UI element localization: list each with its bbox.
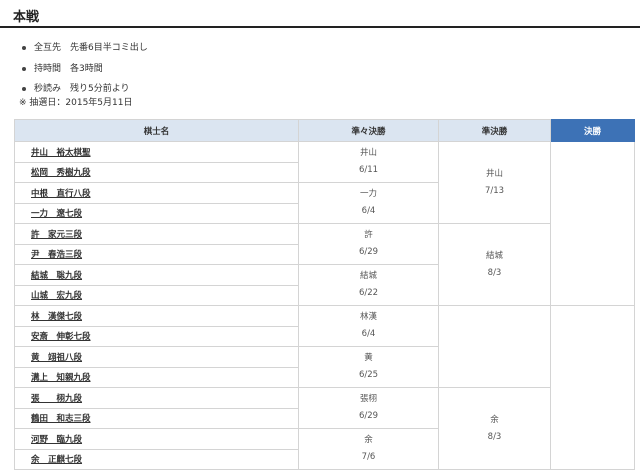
title-bar: 本戦 — [0, 0, 640, 28]
player-cell: 余 正麒七段 — [14, 448, 299, 470]
player-link[interactable]: 溝上 知親九段 — [31, 373, 91, 383]
player-link[interactable]: 結城 聡九段 — [31, 271, 82, 281]
semifinal-result: 井山 7/13 — [438, 141, 551, 224]
header-quarterfinal: 準々決勝 — [298, 119, 439, 142]
match-date: 8/3 — [487, 431, 502, 442]
winner-name: 結城 — [359, 271, 377, 281]
player-cell: 許 家元三段 — [14, 223, 299, 245]
quarterfinal-result: 余 7/6 — [298, 428, 439, 470]
winner-name: 井山 — [485, 168, 503, 179]
player-link[interactable]: 余 正麒七段 — [31, 455, 82, 465]
final-result — [550, 305, 635, 470]
player-cell: 結城 聡九段 — [14, 264, 299, 286]
player-cell: 鶴田 和志三段 — [14, 407, 299, 429]
match-date: 8/3 — [487, 267, 502, 278]
player-cell: 山城 宏九段 — [14, 284, 299, 306]
winner-name: 林漢 — [359, 312, 377, 322]
semifinal-result — [438, 305, 551, 388]
player-link[interactable]: 松岡 秀樹九段 — [31, 168, 91, 178]
header-semifinal: 準決勝 — [438, 119, 551, 142]
final-result — [550, 141, 635, 306]
tab-final[interactable]: 決勝 — [550, 119, 635, 142]
player-link[interactable]: 鶴田 和志三段 — [31, 414, 91, 424]
tournament-bracket-table: 棋士名 準々決勝 準決勝 決勝 井山 裕太棋聖 井山 6/11 井山 7/13 松岡… — [14, 119, 635, 470]
player-link[interactable]: 張 栩九段 — [31, 394, 82, 404]
player-cell: 溝上 知親九段 — [14, 366, 299, 388]
winner-name: 張栩 — [359, 394, 377, 404]
quarterfinal-result: 黄 6/25 — [298, 346, 439, 388]
player-link[interactable]: 中根 直行八段 — [31, 189, 91, 199]
player-link[interactable]: 許 家元三段 — [31, 230, 82, 240]
semifinal-result: 余 8/3 — [438, 387, 551, 470]
table-row: 張 栩九段 張栩 6/29 余 8/3 — [14, 387, 635, 470]
player-cell: 安斎 伸彰七段 — [14, 325, 299, 347]
winner-name: 結城 — [485, 250, 503, 261]
table-row: 井山 裕太棋聖 井山 6/11 井山 7/13 — [14, 141, 635, 306]
quarterfinal-result: 張栩 6/29 — [298, 387, 439, 429]
quarterfinal-result: 林漢 6/4 — [298, 305, 439, 347]
player-cell: 一力 遼七段 — [14, 202, 299, 224]
draw-date-note: ※ 抽選日：2015年5月11日 — [19, 98, 133, 108]
winner-name: 一力 — [359, 189, 377, 199]
player-cell: 井山 裕太棋聖 — [14, 141, 299, 163]
match-date: 7/6 — [361, 452, 376, 462]
match-date: 6/11 — [358, 165, 379, 175]
player-link[interactable]: 黄 翊祖八段 — [31, 353, 82, 363]
quarterfinal-result: 許 6/29 — [298, 223, 439, 265]
player-cell: 尹 春浩三段 — [14, 243, 299, 265]
player-cell: 黄 翊祖八段 — [14, 346, 299, 368]
header-row: 棋士名 準々決勝 準決勝 決勝 — [14, 119, 635, 142]
player-link[interactable]: 井山 裕太棋聖 — [31, 148, 91, 158]
match-date: 6/29 — [358, 247, 379, 257]
match-date: 6/25 — [358, 370, 379, 380]
player-cell: 張 栩九段 — [14, 387, 299, 409]
player-link[interactable]: 一力 遼七段 — [31, 209, 82, 219]
table-row: 許 家元三段 許 6/29 結城 8/3 — [14, 223, 635, 306]
match-date: 6/4 — [361, 329, 376, 339]
quarterfinal-result: 結城 6/22 — [298, 264, 439, 306]
player-link[interactable]: 山城 宏九段 — [31, 291, 82, 301]
winner-name: 余 — [364, 435, 373, 445]
match-date: 6/4 — [361, 206, 376, 216]
rule-item: 持時間 各3時間 — [22, 59, 148, 80]
table-row: 林 漢傑七段 林漢 6/4 — [14, 305, 635, 470]
player-cell: 林 漢傑七段 — [14, 305, 299, 327]
winner-name: 余 — [490, 414, 499, 425]
rule-item: 全互先 先番6目半コミ出し — [22, 38, 148, 59]
quarterfinal-result: 井山 6/11 — [298, 141, 439, 183]
header-player-name: 棋士名 — [14, 119, 299, 142]
match-date: 7/13 — [484, 185, 505, 196]
player-cell: 中根 直行八段 — [14, 182, 299, 204]
player-cell: 松岡 秀樹九段 — [14, 161, 299, 183]
winner-name: 黄 — [364, 353, 373, 363]
player-link[interactable]: 河野 臨九段 — [31, 435, 82, 445]
match-date: 6/29 — [358, 411, 379, 421]
winner-name: 井山 — [359, 148, 377, 158]
semifinal-result: 結城 8/3 — [438, 223, 551, 306]
player-link[interactable]: 安斎 伸彰七段 — [31, 332, 91, 342]
page-title: 本戦 — [13, 10, 40, 25]
rules-list: 全互先 先番6目半コミ出し 持時間 各3時間 秒読み 残り5分前より — [22, 38, 148, 100]
player-cell: 河野 臨九段 — [14, 428, 299, 450]
player-link[interactable]: 尹 春浩三段 — [31, 250, 82, 260]
match-date: 6/22 — [358, 288, 379, 298]
player-link[interactable]: 林 漢傑七段 — [31, 312, 82, 322]
quarterfinal-result: 一力 6/4 — [298, 182, 439, 224]
winner-name: 許 — [364, 230, 373, 240]
